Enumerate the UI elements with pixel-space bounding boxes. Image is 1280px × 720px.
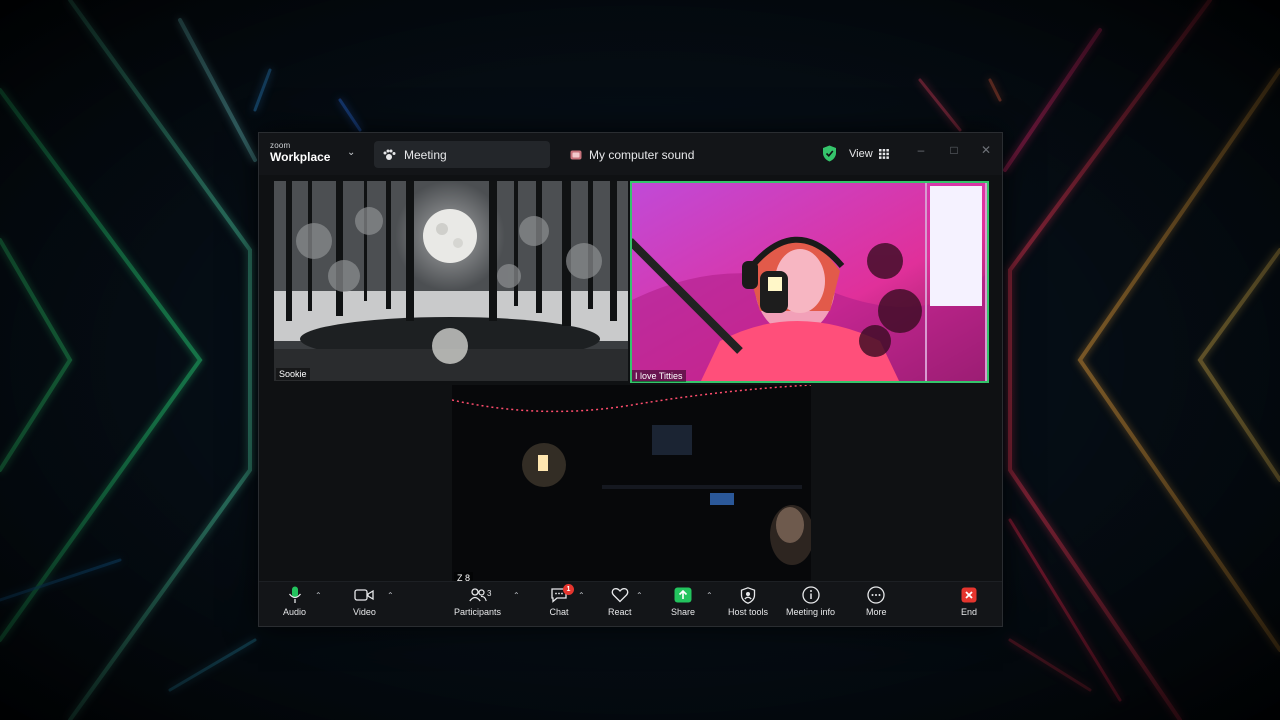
host-tools-label: Host tools [728, 607, 769, 617]
logo-top-text: zoom [270, 141, 291, 150]
more-label: More [866, 607, 887, 617]
security-shield-icon[interactable] [822, 145, 837, 162]
video-camera-icon [354, 589, 375, 601]
meeting-info-label: Meeting info [786, 607, 836, 617]
forest-scene-image [274, 181, 628, 381]
participants-icon [468, 588, 487, 602]
end-label: End [960, 607, 977, 617]
react-button[interactable]: React [608, 586, 632, 622]
audio-button[interactable]: Audio [283, 586, 306, 622]
more-ellipsis-icon [867, 586, 885, 604]
react-label: React [608, 607, 632, 617]
grid-icon [878, 149, 889, 159]
share-screen-icon [674, 587, 692, 603]
participants-count: 3 [487, 589, 492, 598]
view-label: View [849, 148, 873, 160]
meeting-info-button[interactable]: Meeting info [786, 586, 835, 622]
video-options-caret-icon[interactable]: ⌃ [387, 591, 394, 600]
chat-button[interactable]: 1 Chat [549, 584, 574, 622]
audio-label: Audio [283, 607, 307, 617]
logo-main-text: Workplace [270, 150, 331, 164]
tab-meeting[interactable]: Meeting [374, 141, 550, 168]
participant-name-label: Sookie [276, 368, 310, 380]
participants-button[interactable]: 3 Participants [454, 586, 501, 622]
maximize-icon[interactable]: □ [947, 143, 961, 157]
info-icon [801, 586, 820, 604]
close-icon[interactable]: ✕ [979, 143, 993, 157]
dark-room-video-image [452, 385, 811, 585]
tab-meeting-label: Meeting [404, 147, 447, 162]
meeting-toolbar: Audio ⌃ Video ⌃ 3 Participants ⌃ 1 Chat … [259, 581, 1002, 626]
heart-icon [611, 588, 629, 603]
host-tools-shield-icon [740, 586, 756, 604]
webcam-video-image [630, 181, 989, 383]
participants-label: Participants [454, 607, 502, 617]
tab-computer-sound-label: My computer sound [589, 147, 695, 162]
more-button[interactable]: More [866, 586, 887, 622]
share-button[interactable]: Share [671, 586, 695, 622]
title-bar: zoom Workplace ⌄ Meeting My computer sou… [259, 133, 1002, 175]
tab-computer-sound[interactable]: My computer sound [570, 141, 694, 168]
participant-name-label: I love Titties [632, 370, 686, 382]
microphone-icon [288, 586, 301, 603]
view-button[interactable]: View [849, 143, 889, 165]
share-options-caret-icon[interactable]: ⌃ [706, 591, 713, 600]
video-label: Video [353, 607, 376, 617]
chevron-down-icon[interactable]: ⌄ [347, 147, 355, 158]
video-button[interactable]: Video [353, 586, 376, 622]
zoom-meeting-window: zoom Workplace ⌄ Meeting My computer sou… [258, 132, 1003, 627]
react-options-caret-icon[interactable]: ⌃ [636, 591, 643, 600]
chat-unread-badge: 1 [563, 584, 574, 595]
audio-options-caret-icon[interactable]: ⌃ [315, 591, 322, 600]
host-tools-button[interactable]: Host tools [728, 586, 768, 622]
chat-options-caret-icon[interactable]: ⌃ [578, 591, 585, 600]
share-label: Share [671, 607, 696, 617]
end-call-icon [961, 587, 977, 603]
video-tile-z8[interactable]: Z 8 [452, 385, 811, 585]
minimize-icon[interactable]: – [914, 143, 928, 157]
participants-options-caret-icon[interactable]: ⌃ [513, 591, 520, 600]
end-meeting-button[interactable]: End [959, 586, 979, 622]
meeting-paw-icon [383, 149, 396, 160]
video-tile-active-speaker[interactable]: I love Titties [630, 181, 989, 383]
video-tile-sookie[interactable]: Sookie [274, 181, 628, 381]
chat-label: Chat [549, 607, 569, 617]
computer-sound-icon [570, 150, 582, 159]
zoom-workplace-logo[interactable]: zoom Workplace [270, 141, 331, 164]
